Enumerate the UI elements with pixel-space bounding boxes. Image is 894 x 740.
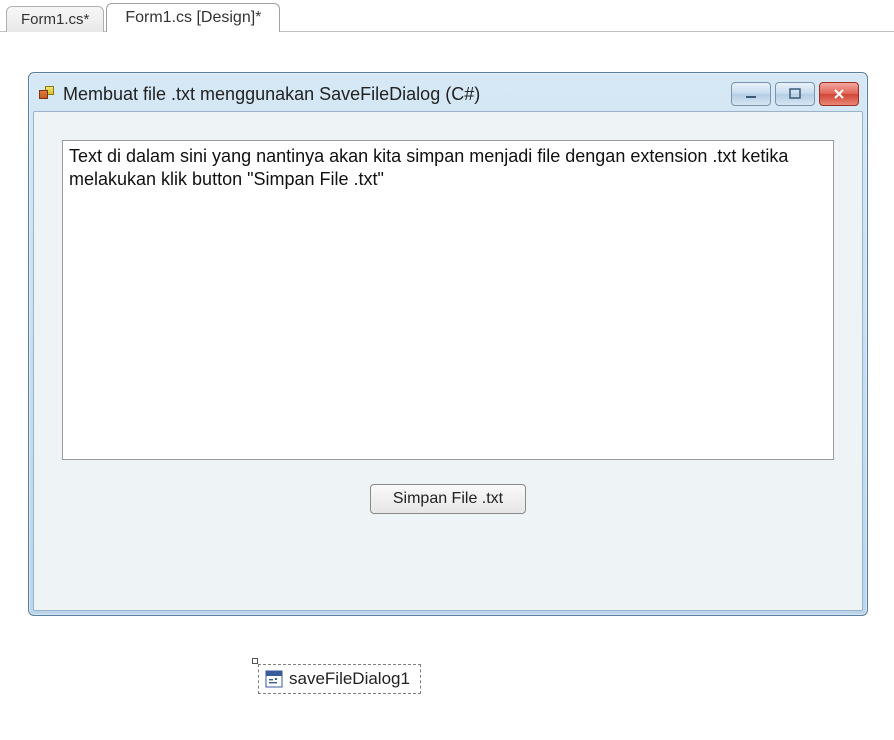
tab-label: Form1.cs* [21, 11, 89, 28]
form-window[interactable]: Membuat file .txt menggunakan SaveFileDi… [28, 72, 868, 616]
component-tray: saveFileDialog1 [258, 664, 421, 694]
window-buttons [731, 82, 859, 106]
maximize-icon [788, 88, 802, 100]
tab-label: Form1.cs [Design]* [125, 9, 261, 26]
selection-handle[interactable] [252, 658, 258, 664]
tab-form1-cs-design[interactable]: Form1.cs [Design]* [106, 3, 280, 32]
tab-strip: Form1.cs* Form1.cs [Design]* [0, 0, 894, 32]
design-canvas: Membuat file .txt menggunakan SaveFileDi… [0, 32, 894, 694]
minimize-button[interactable] [731, 82, 771, 106]
maximize-button[interactable] [775, 82, 815, 106]
close-button[interactable] [819, 82, 859, 106]
title-bar[interactable]: Membuat file .txt menggunakan SaveFileDi… [33, 77, 863, 111]
form-client-area[interactable]: Simpan File .txt [33, 111, 863, 611]
save-file-button[interactable]: Simpan File .txt [370, 484, 526, 514]
savefiledialog-component[interactable]: saveFileDialog1 [258, 664, 421, 694]
close-icon [832, 88, 846, 100]
content-textbox[interactable] [62, 140, 834, 460]
savefiledialog-icon [265, 670, 283, 688]
minimize-icon [744, 88, 758, 100]
component-label: saveFileDialog1 [289, 669, 410, 689]
form-icon [39, 86, 55, 102]
tab-form1-cs[interactable]: Form1.cs* [6, 6, 104, 32]
window-title: Membuat file .txt menggunakan SaveFileDi… [63, 84, 731, 105]
